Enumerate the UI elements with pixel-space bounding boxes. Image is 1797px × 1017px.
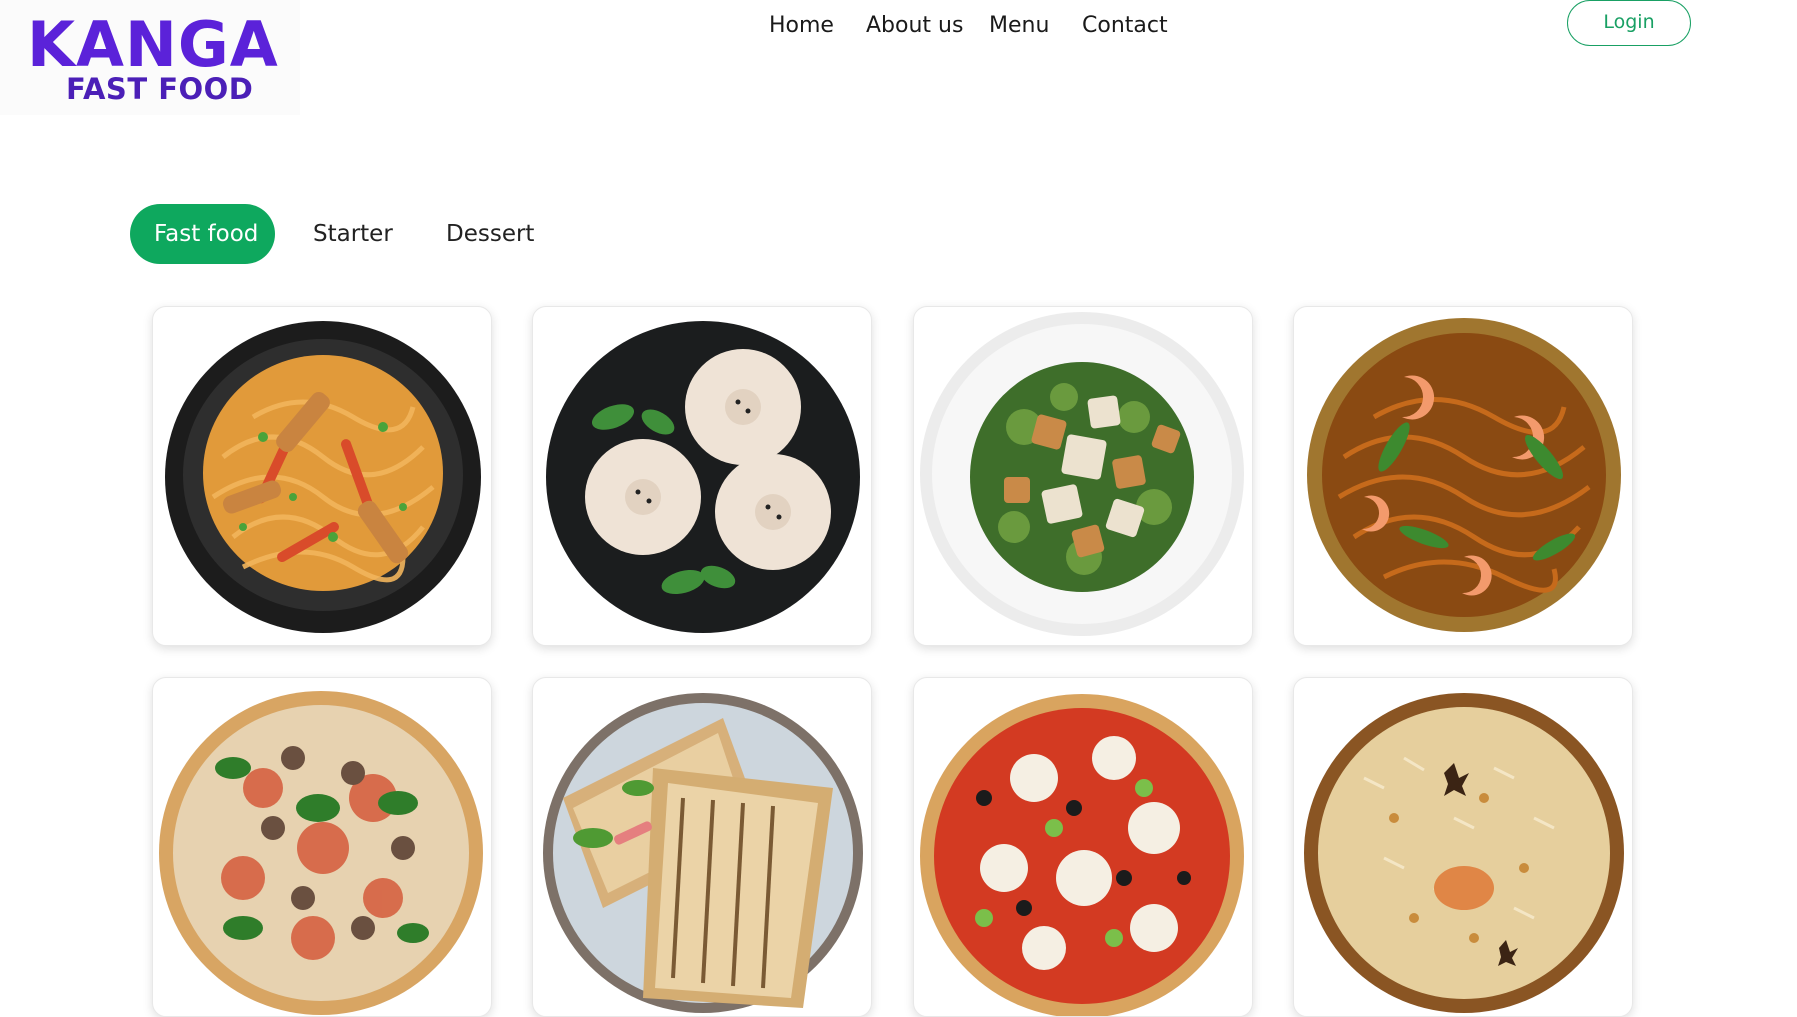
- nav-about-link[interactable]: About us: [866, 9, 963, 43]
- noodles-icon: [153, 307, 491, 645]
- menu-card[interactable]: [152, 306, 492, 646]
- menu-card[interactable]: [532, 677, 872, 1017]
- login-button[interactable]: Login: [1567, 0, 1691, 46]
- tab-fast-food[interactable]: Fast food: [130, 204, 275, 264]
- shrimp-noodles-icon: [1294, 307, 1632, 645]
- menu-card[interactable]: [152, 677, 492, 1017]
- nav-contact-link[interactable]: Contact: [1082, 9, 1168, 43]
- nav-menu-link[interactable]: Menu: [989, 9, 1049, 43]
- sandwich-icon: [533, 678, 871, 1016]
- tab-dessert[interactable]: Dessert: [446, 204, 534, 264]
- pizza-icon: [914, 678, 1252, 1016]
- menu-card[interactable]: [532, 306, 872, 646]
- dumplings-icon: [533, 307, 871, 645]
- menu-card[interactable]: [913, 306, 1253, 646]
- logo-tagline: FAST FOOD: [66, 72, 254, 106]
- salad-icon: [914, 307, 1252, 645]
- pizza-icon: [153, 678, 491, 1016]
- biryani-icon: [1294, 678, 1632, 1016]
- menu-card[interactable]: [1293, 677, 1633, 1017]
- menu-card[interactable]: [913, 677, 1253, 1017]
- menu-card[interactable]: [1293, 306, 1633, 646]
- nav-home-link[interactable]: Home: [769, 9, 834, 43]
- main-nav: Home About us Menu Contact: [0, 9, 1797, 43]
- tab-starter[interactable]: Starter: [313, 204, 393, 264]
